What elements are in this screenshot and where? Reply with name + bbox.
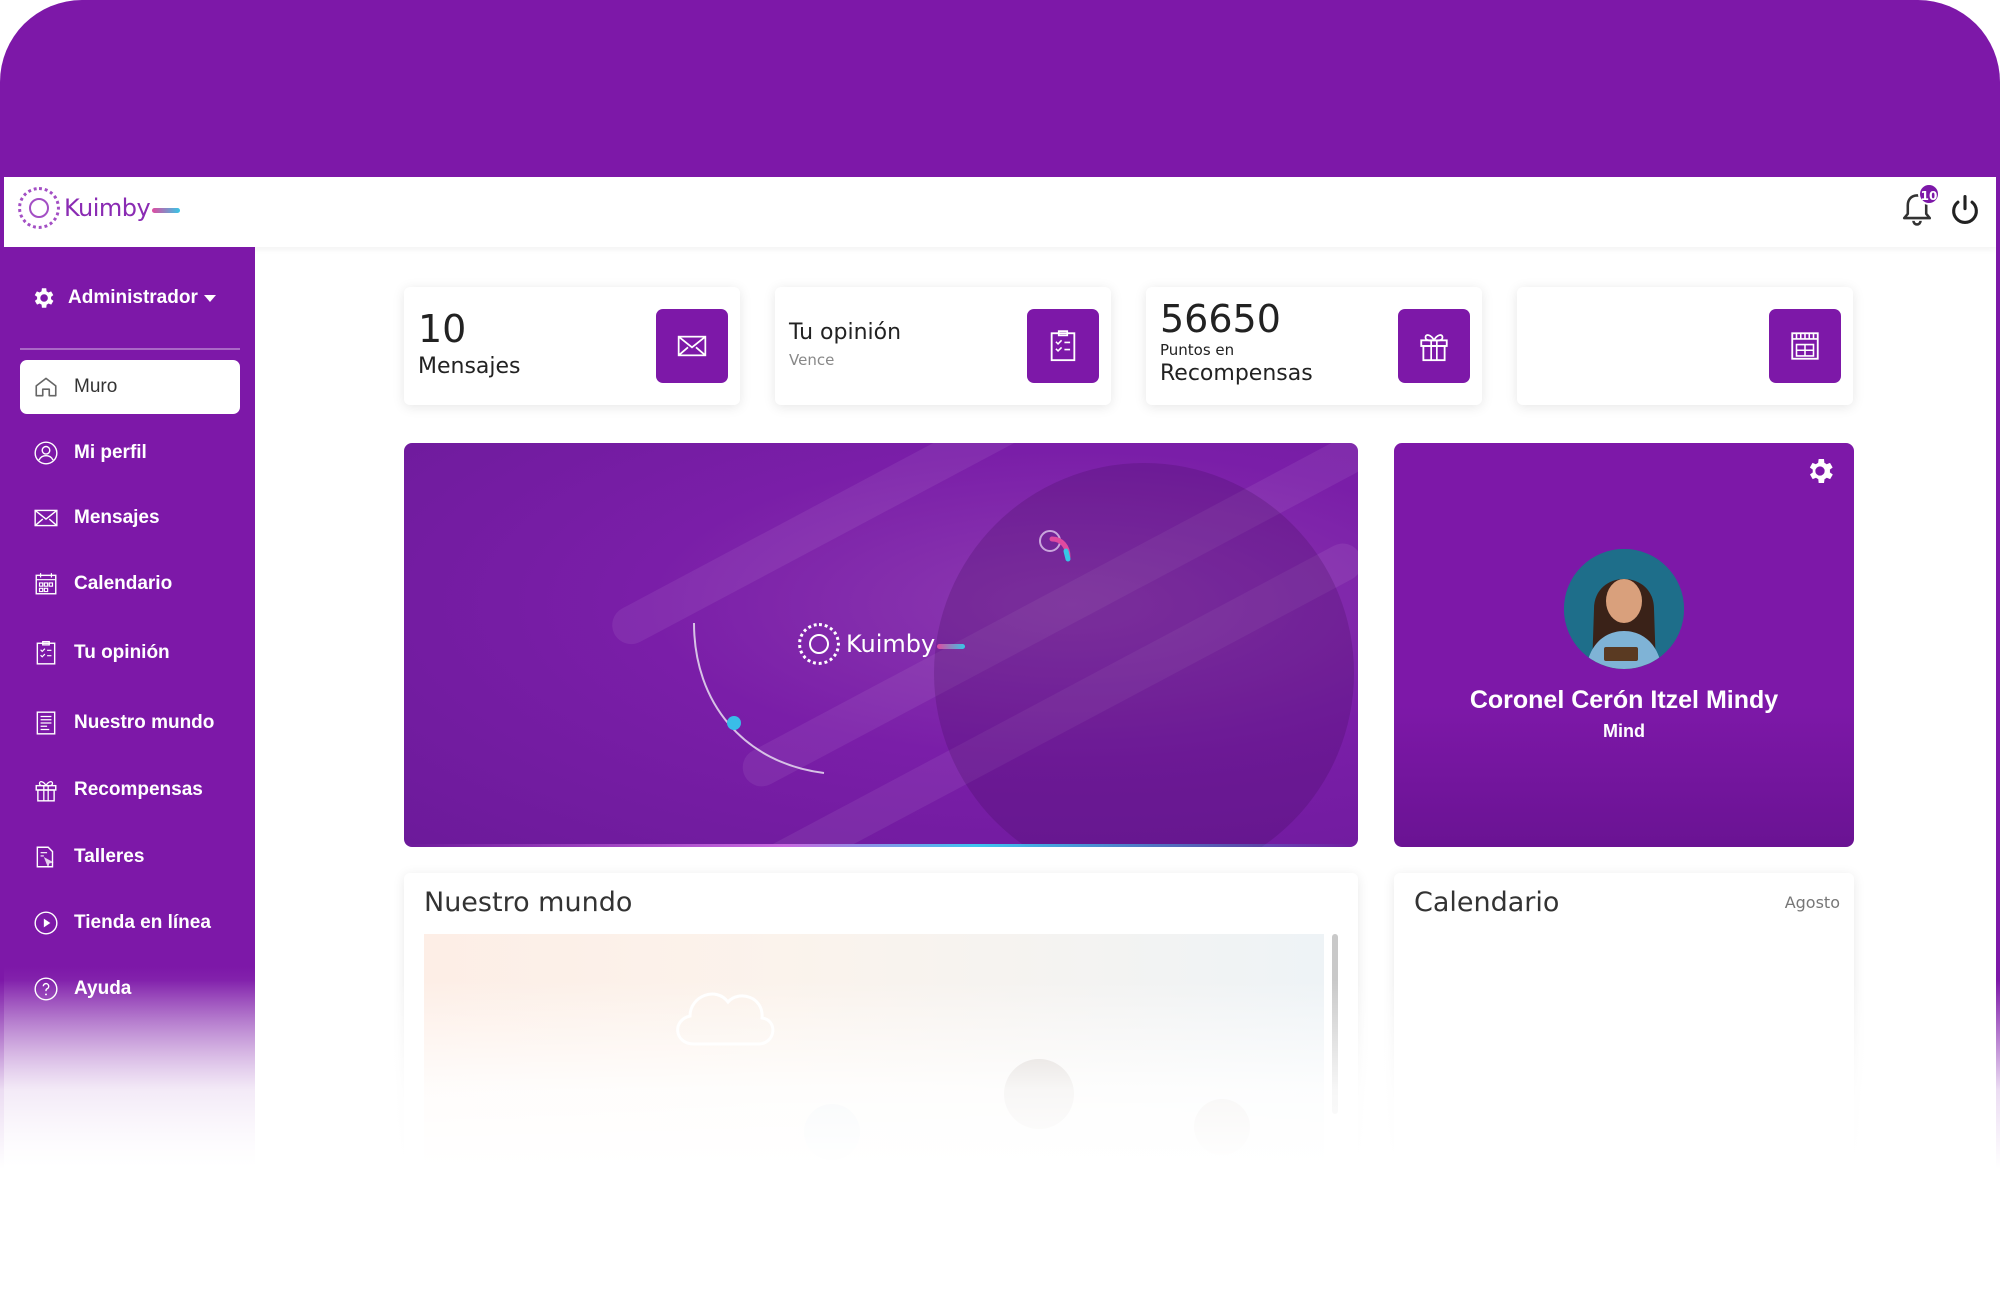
role-label: Administrador [68, 287, 198, 308]
opinion-card[interactable]: Tu opinión Vence [775, 287, 1111, 405]
document-icon [32, 709, 60, 737]
sidebar-item-label: Muro [74, 376, 118, 397]
sidebar: Administrador Muro Mi perfil Mensajes Ca… [4, 247, 255, 1294]
profile-subtitle: Mind [1603, 721, 1645, 741]
sidebar-item-label: Recompensas [74, 779, 203, 800]
gift-icon [1420, 334, 1448, 362]
notification-badge: 10 [1918, 183, 1940, 205]
logo-dash [152, 207, 181, 213]
sidebar-item-muro[interactable]: Muro [20, 360, 240, 414]
banner-logo-text: Kuimby [846, 630, 936, 658]
rewards-card[interactable]: 56650 Puntos en Recompensas [1146, 287, 1482, 405]
device-frame: Kuimby 10 Administrador Muro Mi perfil M… [0, 0, 2000, 1294]
gear-icon [34, 288, 54, 308]
hero-banner[interactable]: Kuimby [404, 443, 1358, 847]
world-panel-title: Nuestro mundo [424, 887, 633, 918]
messages-card[interactable]: 10 Mensajes [404, 287, 740, 405]
calendar-panel-title: Calendario [1414, 887, 1560, 918]
banner-logo: Kuimby [798, 623, 966, 665]
world-post-image[interactable] [424, 934, 1324, 1293]
scrollbar[interactable] [1332, 934, 1338, 1114]
sidebar-item-label: Mi perfil [74, 442, 147, 463]
loading-spinner-icon [1039, 530, 1071, 562]
sidebar-item-tienda-en-linea[interactable]: Tienda en línea [20, 896, 240, 950]
kuimby-logo[interactable]: Kuimby [18, 187, 181, 229]
avatar[interactable] [1564, 549, 1684, 669]
sidebar-item-calendario[interactable]: Calendario [20, 557, 240, 611]
rewards-button[interactable] [1398, 309, 1470, 383]
banner-progress-line [404, 844, 1358, 847]
gift-icon [32, 776, 60, 804]
power-icon[interactable] [1948, 193, 1982, 227]
sidebar-item-mensajes[interactable]: Mensajes [20, 491, 240, 545]
gear-icon[interactable] [1804, 455, 1836, 487]
messages-label: Mensajes [418, 354, 521, 379]
messages-count: 10 [418, 307, 467, 351]
clipboard-icon [32, 639, 60, 667]
messages-button[interactable] [656, 309, 728, 383]
opinion-label: Tu opinión [789, 320, 902, 345]
sidebar-item-nuestro-mundo[interactable]: Nuestro mundo [20, 696, 240, 750]
sidebar-item-label: Talleres [74, 846, 145, 867]
play-circle-icon [32, 909, 60, 937]
home-icon [32, 373, 60, 401]
chevron-down-icon [203, 294, 216, 302]
workshop-icon [32, 843, 60, 871]
calendar-month[interactable]: Agosto [1785, 893, 1840, 912]
rewards-points-label: Puntos en [1160, 341, 1235, 359]
sidebar-item-talleres[interactable]: Talleres [20, 830, 240, 884]
sidebar-item-tu-opinion[interactable]: Tu opinión [20, 626, 240, 680]
person-photo [1004, 1059, 1074, 1129]
world-panel: Nuestro mundo [404, 873, 1358, 1293]
sidebar-item-recompensas[interactable]: Recompensas [20, 763, 240, 817]
sidebar-item-label: Tu opinión [74, 642, 170, 663]
store-button[interactable] [1769, 309, 1841, 383]
rewards-label: Recompensas [1160, 361, 1313, 386]
sidebar-item-label: Ayuda [74, 978, 132, 999]
sidebar-divider [20, 348, 240, 350]
rewards-points: 56650 [1160, 297, 1281, 341]
profile-name: Coronel Cerón Itzel Mindy [1469, 686, 1779, 714]
banner-photo [934, 463, 1354, 847]
person-photo [1194, 1099, 1250, 1155]
store-card[interactable] [1517, 287, 1853, 405]
role-menu[interactable]: Administrador [30, 285, 216, 311]
sidebar-item-label: Mensajes [74, 507, 160, 528]
sidebar-item-label: Tienda en línea [74, 912, 211, 933]
sidebar-item-mi-perfil[interactable]: Mi perfil [20, 426, 240, 480]
opinion-button[interactable] [1027, 309, 1099, 383]
kuimby-logo-mark [798, 623, 840, 665]
logo-text: Kuimby [64, 194, 151, 222]
kuimby-logo-mark [18, 187, 60, 229]
sidebar-item-ayuda[interactable]: Ayuda [20, 962, 240, 1016]
envelope-icon [677, 335, 707, 357]
sidebar-item-label: Nuestro mundo [74, 712, 215, 733]
clipboard-icon [1050, 330, 1076, 362]
cloud-icon [676, 992, 775, 1046]
sidebar-item-label: Calendario [74, 573, 173, 594]
help-icon [32, 975, 60, 1003]
store-icon [1791, 332, 1819, 360]
person-photo [804, 1104, 860, 1160]
app-screen: Kuimby 10 Administrador Muro Mi perfil M… [4, 177, 1996, 1294]
envelope-icon [32, 504, 60, 532]
opinion-due-label: Vence [789, 351, 835, 369]
user-icon [32, 439, 60, 467]
profile-card: Coronel Cerón Itzel Mindy Mind [1394, 443, 1854, 847]
calendar-panel: Calendario Agosto [1394, 873, 1854, 1293]
top-bar: Kuimby 10 [4, 177, 1996, 247]
calendar-icon [32, 570, 60, 598]
logo-dash [937, 643, 966, 649]
